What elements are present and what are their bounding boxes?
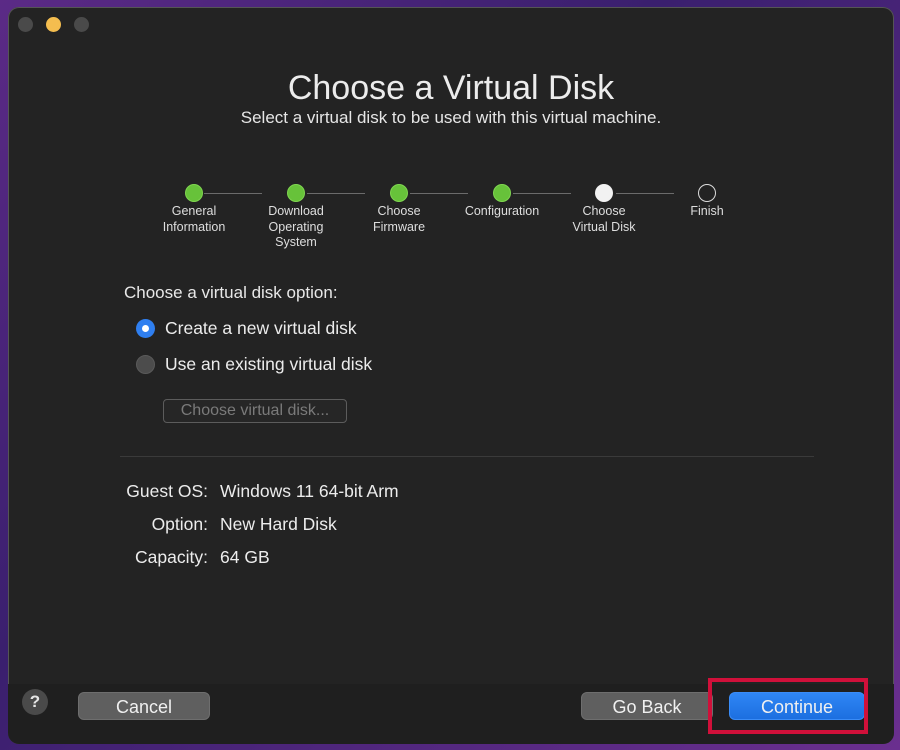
step-general-information: General Information bbox=[144, 184, 244, 235]
radio-selected-icon[interactable] bbox=[136, 319, 155, 338]
step-done-indicator bbox=[493, 184, 511, 202]
guest-os-label: Guest OS: bbox=[126, 481, 208, 501]
step-choose-firmware: Choose Firmware bbox=[349, 184, 449, 235]
step-download-os: Download Operating System bbox=[246, 184, 346, 251]
use-existing-disk-option[interactable]: Use an existing virtual disk bbox=[136, 354, 372, 375]
step-finish: Finish bbox=[657, 184, 757, 220]
go-back-button[interactable]: Go Back bbox=[581, 692, 713, 720]
step-done-indicator bbox=[390, 184, 408, 202]
option-value: New Hard Disk bbox=[220, 514, 337, 534]
minimize-window-button[interactable] bbox=[46, 17, 61, 32]
step-label: Finish bbox=[690, 204, 724, 218]
step-pending-indicator bbox=[698, 184, 716, 202]
zoom-window-button[interactable] bbox=[74, 17, 89, 32]
progress-steps: General Information Download Operating S… bbox=[8, 184, 894, 264]
radio-label: Use an existing virtual disk bbox=[165, 354, 373, 374]
close-window-button[interactable] bbox=[18, 17, 33, 32]
step-choose-virtual-disk: Choose Virtual Disk bbox=[554, 184, 654, 235]
step-done-indicator bbox=[287, 184, 305, 202]
vm-setup-window: Choose a Virtual Disk Select a virtual d… bbox=[8, 7, 894, 744]
radio-unselected-icon[interactable] bbox=[136, 355, 155, 374]
choose-virtual-disk-button[interactable]: Choose virtual disk... bbox=[163, 399, 347, 423]
window-controls bbox=[18, 17, 89, 32]
option-label: Option: bbox=[151, 514, 208, 534]
help-button[interactable]: ? bbox=[22, 689, 48, 715]
highlight-box bbox=[708, 678, 868, 734]
radio-label: Create a new virtual disk bbox=[165, 318, 357, 338]
step-configuration: Configuration bbox=[452, 184, 552, 220]
step-label: Choose Virtual Disk bbox=[572, 204, 636, 234]
page-title: Choose a Virtual Disk bbox=[287, 69, 615, 107]
capacity-label: Capacity: bbox=[135, 547, 208, 567]
step-label: Configuration bbox=[464, 204, 540, 218]
divider bbox=[120, 456, 814, 457]
cancel-button[interactable]: Cancel bbox=[78, 692, 210, 720]
capacity-value: 64 GB bbox=[220, 547, 270, 567]
step-label: General Information bbox=[162, 204, 226, 234]
step-label: Choose Firmware bbox=[372, 204, 426, 234]
page-subtitle: Select a virtual disk to be used with th… bbox=[240, 108, 662, 127]
step-done-indicator bbox=[185, 184, 203, 202]
step-label: Download Operating System bbox=[268, 204, 324, 249]
disk-option-label: Choose a virtual disk option: bbox=[124, 283, 338, 302]
create-new-disk-option[interactable]: Create a new virtual disk bbox=[136, 318, 357, 339]
guest-os-value: Windows 11 64-bit Arm bbox=[220, 481, 399, 501]
step-current-indicator bbox=[595, 184, 613, 202]
